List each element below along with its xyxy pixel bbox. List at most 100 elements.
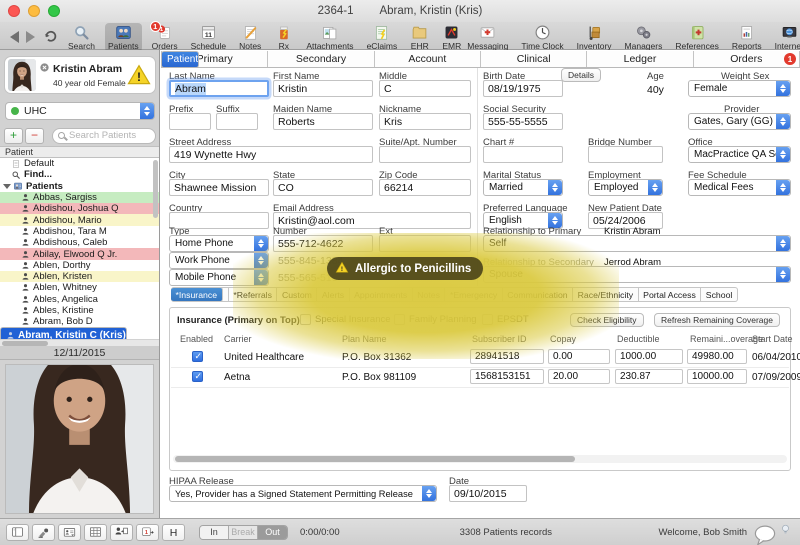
bridge-input[interactable]: [588, 146, 663, 163]
timeclock-out-button[interactable]: Out: [258, 525, 287, 539]
suite-input[interactable]: [379, 146, 471, 163]
patient-list-item[interactable]: Abbas, Sargiss: [0, 191, 159, 204]
phone-number-input-1[interactable]: 555-712-4622: [273, 235, 373, 252]
toolbar-item-references[interactable]: References: [672, 23, 721, 52]
subscriber-id-input[interactable]: 28941518: [470, 349, 544, 364]
patient-list-item[interactable]: Ablen, Whitney: [0, 282, 159, 293]
patient-list-item[interactable]: Ables, Angelica: [0, 294, 159, 305]
tab-patient[interactable]: Patient: [161, 51, 200, 68]
toolbar-item-notes[interactable]: Notes: [236, 23, 264, 52]
grid-button[interactable]: [84, 523, 107, 541]
subtab-notes[interactable]: Notes: [412, 287, 446, 302]
tree-item-find[interactable]: Find...: [0, 169, 159, 180]
insurance-horizontal-scrollbar[interactable]: [173, 455, 787, 463]
subscriber-id-input[interactable]: 1568153151: [470, 369, 544, 384]
patient-list-item[interactable]: Abram, Bob D: [0, 316, 159, 327]
special-insurance-checkbox[interactable]: Special Insurance: [300, 314, 391, 325]
subtab--referrals[interactable]: *Referrals: [228, 287, 278, 302]
insurance-plan-select[interactable]: UHC: [5, 102, 155, 120]
copay-input[interactable]: 20.00: [548, 369, 610, 384]
toolbar-item-search[interactable]: Search: [65, 23, 98, 52]
hipaa-date-input[interactable]: 09/10/2015: [449, 485, 527, 502]
clear-patient-icon[interactable]: [39, 62, 50, 76]
lamp-button[interactable]: [32, 523, 55, 541]
subtab-race-ethnicity[interactable]: Race/Ethnicity: [573, 287, 639, 302]
patient-list-item[interactable]: Ablen, Dorthy: [0, 260, 159, 271]
tree-item-default[interactable]: Default: [0, 158, 159, 169]
list-vertical-scrollbar[interactable]: [153, 160, 158, 218]
ssn-input[interactable]: 555-55-5555: [483, 113, 563, 130]
state-input[interactable]: CO: [273, 179, 373, 196]
subtab--insurance[interactable]: *Insurance: [171, 287, 223, 302]
subtab-communication[interactable]: Communication: [502, 287, 574, 302]
birth-date-input[interactable]: 08/19/1975: [483, 80, 563, 97]
toolbar-item-schedule[interactable]: 11 Schedule: [188, 23, 229, 52]
toolbar-item-eclaims[interactable]: eClaims: [364, 23, 401, 52]
subtab-alerts[interactable]: Alerts: [317, 287, 350, 302]
toolbar-item-ehr[interactable]: EHR: [407, 23, 432, 52]
tab-clinical[interactable]: Clinical: [480, 51, 588, 67]
insurance-enabled-checkbox[interactable]: [192, 351, 203, 362]
remaining-coverage-input[interactable]: 10000.00: [687, 369, 747, 384]
patient-list-item[interactable]: Abdishou, Mario: [0, 214, 159, 226]
family-planning-checkbox[interactable]: Family Planning: [394, 314, 477, 325]
check-eligibility-button[interactable]: Check Eligibility: [570, 313, 644, 327]
rel-secondary-select[interactable]: Spouse: [483, 266, 791, 283]
subtab-portal-access[interactable]: Portal Access: [638, 287, 702, 302]
toolbar-item-rx[interactable]: Rx: [271, 23, 296, 52]
add-patient-button[interactable]: +: [4, 127, 23, 144]
minimize-window-button[interactable]: [28, 5, 40, 17]
close-window-button[interactable]: [8, 5, 20, 17]
city-input[interactable]: Shawnee Mission: [169, 179, 269, 196]
toolbar-item-emr[interactable]: EMR: [439, 23, 464, 52]
toolbar-item-reports[interactable]: Reports: [729, 23, 765, 52]
birth-details-button[interactable]: Details: [561, 68, 601, 82]
patient-list-item[interactable]: Abdishous, Caleb: [0, 237, 159, 248]
phone-ext-input-1[interactable]: [379, 235, 471, 252]
prefix-input[interactable]: [169, 113, 211, 130]
phone-type-select-3[interactable]: Mobile Phone: [169, 269, 269, 286]
subtab-school[interactable]: School: [701, 287, 738, 302]
tab-account[interactable]: Account: [374, 51, 481, 67]
first-name-input[interactable]: Kristin: [273, 80, 373, 97]
tab-orders[interactable]: Orders 1: [693, 51, 800, 67]
chart-input[interactable]: [483, 146, 563, 163]
patient-list-item[interactable]: Ablen, Kristen: [0, 270, 159, 283]
patient-list-item[interactable]: Abdishou, Tara M: [0, 226, 159, 237]
tab-ledger[interactable]: Ledger: [587, 51, 694, 67]
sex-select[interactable]: Female: [688, 80, 791, 97]
street-input[interactable]: 419 Wynette Hwy: [169, 146, 373, 163]
forward-icon[interactable]: [26, 31, 35, 43]
last-name-input[interactable]: Abram: [169, 80, 269, 97]
remove-patient-button[interactable]: −: [25, 127, 44, 144]
lightbulb-icon[interactable]: [779, 523, 792, 542]
search-patients-input[interactable]: Search Patients: [52, 127, 156, 144]
chat-bubble-icon[interactable]: [753, 523, 777, 545]
hipaa-release-select[interactable]: Yes, Provider has a Signed Statement Per…: [169, 485, 437, 502]
patient-list-item[interactable]: Abilay, Elwood Q Jr.: [0, 248, 159, 260]
employment-select[interactable]: Employed: [588, 179, 663, 196]
toolbar-item-orders[interactable]: 1 Orders 1: [149, 21, 181, 52]
patient-list-item[interactable]: Ables, Kristine: [0, 305, 159, 316]
toolbar-item-internet[interactable]: Internet: [772, 23, 800, 52]
nickname-input[interactable]: Kris: [379, 113, 471, 130]
toolbar-item-inventory[interactable]: Inventory: [574, 23, 615, 52]
phone-type-select-2[interactable]: Work Phone: [169, 252, 269, 269]
zoom-window-button[interactable]: [48, 5, 60, 17]
phone-type-select-1[interactable]: Home Phone: [169, 235, 269, 252]
patient-list-item[interactable]: Abram, Kristin C (Kris): [0, 327, 127, 339]
contact-card-button[interactable]: [58, 523, 81, 541]
calendar-next-button[interactable]: 1: [136, 523, 159, 541]
suffix-input[interactable]: [216, 113, 258, 130]
zip-input[interactable]: 66214: [379, 179, 471, 196]
toolbar-item-patients[interactable]: Patients: [104, 23, 142, 52]
timeclock-break-button[interactable]: Break: [229, 525, 258, 539]
provider-select[interactable]: Gates, Gary (GG): [688, 113, 791, 130]
subtab--emergency[interactable]: *Emergency: [445, 287, 503, 302]
patient-export-button[interactable]: [110, 523, 133, 541]
patient-list-item[interactable]: Abdishou, Joshua Q: [0, 203, 159, 215]
refresh-coverage-button[interactable]: Refresh Remaining Coverage: [654, 313, 780, 327]
disclosure-triangle-icon[interactable]: [3, 183, 11, 189]
fee-schedule-select[interactable]: Medical Fees: [688, 179, 791, 196]
tree-item-patients[interactable]: Patients: [0, 181, 159, 192]
